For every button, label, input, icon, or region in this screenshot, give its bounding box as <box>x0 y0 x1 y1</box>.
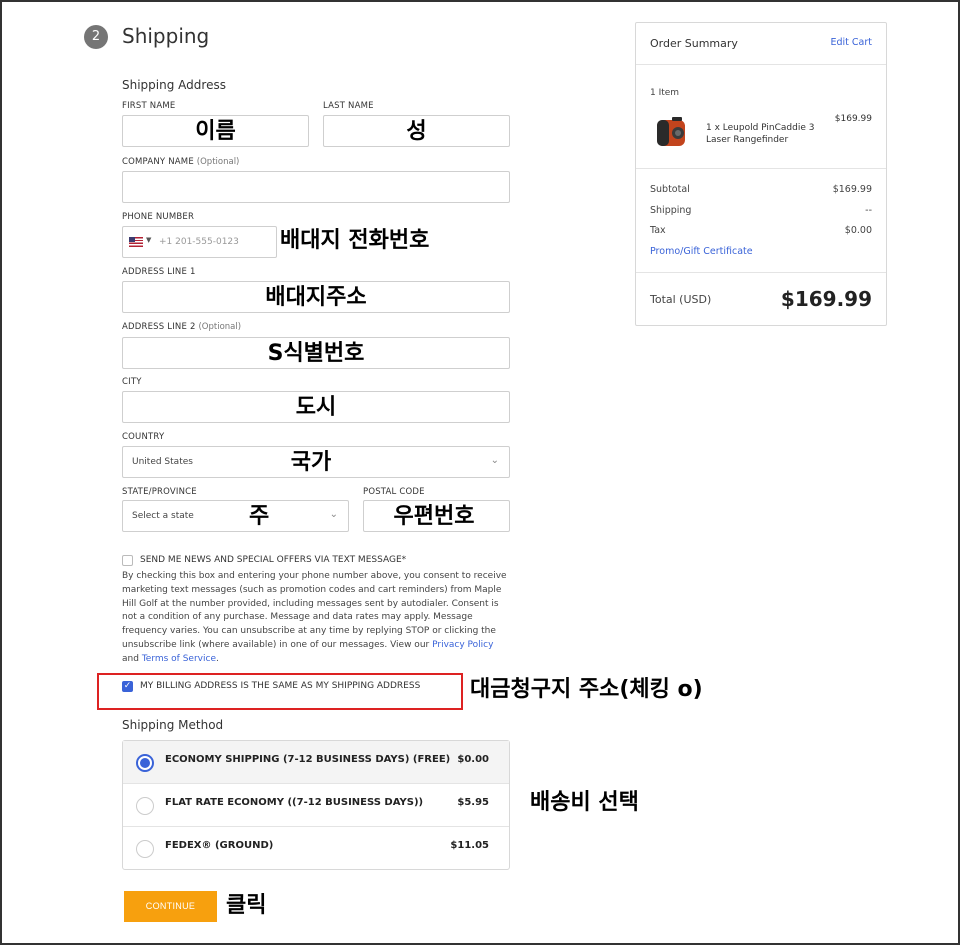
billing-same-checkbox[interactable]: ✓ <box>122 681 133 692</box>
subtotal-value: $169.99 <box>832 184 872 195</box>
product-name: 1 x Leupold PinCaddie 3 Laser Rangefinde… <box>706 123 815 145</box>
shipping-option-flat-rate[interactable]: FLAT RATE ECONOMY ((7-12 BUSINESS DAYS))… <box>123 784 509 827</box>
last-name-annotation: 성 <box>406 119 427 144</box>
item-count: 1 Item <box>650 88 680 98</box>
last-name-field[interactable]: 성 <box>323 115 510 147</box>
chevron-down-icon: ⌄ <box>329 509 338 520</box>
company-label: COMPANY NAME (Optional) <box>122 157 240 167</box>
country-select[interactable]: United States 국가 ⌄ <box>122 446 510 478</box>
tax-label: Tax <box>650 225 666 236</box>
continue-button[interactable]: CONTINUE <box>124 891 217 922</box>
product-price: $169.99 <box>834 114 872 124</box>
sms-opt-in-checkbox[interactable] <box>122 555 133 566</box>
shipping-option-name: FEDEX® (GROUND) <box>165 840 274 851</box>
phone-field[interactable]: ▼ +1 201-555-0123 <box>122 226 277 258</box>
shipping-option-price: $0.00 <box>457 754 489 765</box>
postal-field[interactable]: 우편번호 <box>363 500 510 532</box>
city-label: CITY <box>122 377 142 387</box>
chevron-down-icon: ⌄ <box>490 455 499 466</box>
divider <box>636 168 886 169</box>
address2-label: ADDRESS LINE 2 (Optional) <box>122 322 242 332</box>
order-summary-panel: Order Summary Edit Cart 1 Item 1 x Leupo… <box>635 22 887 326</box>
last-name-label: LAST NAME <box>323 101 374 111</box>
shipping-option-name: FLAT RATE ECONOMY ((7-12 BUSINESS DAYS)) <box>165 797 424 808</box>
state-label: STATE/PROVINCE <box>122 487 197 497</box>
sms-consent-text: By checking this box and entering your p… <box>122 571 507 664</box>
shipping-address-title: Shipping Address <box>122 78 226 92</box>
address2-field[interactable]: S식별번호 <box>122 337 510 369</box>
phone-placeholder: +1 201-555-0123 <box>159 237 239 247</box>
address2-annotation: S식별번호 <box>267 341 365 366</box>
tax-value: $0.00 <box>844 225 872 236</box>
billing-same-label: MY BILLING ADDRESS IS THE SAME AS MY SHI… <box>140 681 421 691</box>
shipping-option-economy[interactable]: ECONOMY SHIPPING (7-12 BUSINESS DAYS) (F… <box>123 741 509 784</box>
address1-label: ADDRESS LINE 1 <box>122 267 196 277</box>
terms-of-service-link[interactable]: Terms of Service <box>142 654 216 664</box>
checkmark-icon: ✓ <box>123 681 132 691</box>
page-title: Shipping <box>122 24 210 48</box>
total-value: $169.99 <box>780 287 872 311</box>
privacy-policy-link[interactable]: Privacy Policy <box>432 640 493 650</box>
divider <box>636 272 886 273</box>
first-name-annotation: 이름 <box>195 119 236 144</box>
billing-highlight-box <box>97 673 463 710</box>
phone-annotation: 배대지 전화번호 <box>280 228 430 253</box>
billing-annotation: 대금청구지 주소(체킹 o) <box>470 677 703 702</box>
total-label: Total (USD) <box>650 293 712 306</box>
state-value: Select a state <box>132 511 194 521</box>
city-annotation: 도시 <box>295 395 337 420</box>
sms-opt-in-label: SEND ME NEWS AND SPECIAL OFFERS VIA TEXT… <box>140 555 407 565</box>
country-annotation: 국가 <box>290 450 332 475</box>
radio-button[interactable] <box>136 797 154 815</box>
country-label: COUNTRY <box>122 432 165 442</box>
shipping-method-annotation: 배송비 선택 <box>530 790 639 815</box>
shipping-option-name: ECONOMY SHIPPING (7-12 BUSINESS DAYS) (F… <box>165 754 451 765</box>
shipping-value: -- <box>865 205 872 216</box>
edit-cart-link[interactable]: Edit Cart <box>830 37 872 48</box>
shipping-label: Shipping <box>650 205 692 216</box>
subtotal-label: Subtotal <box>650 184 690 195</box>
divider <box>636 64 886 65</box>
shipping-method-list: ECONOMY SHIPPING (7-12 BUSINESS DAYS) (F… <box>122 740 510 870</box>
postal-annotation: 우편번호 <box>393 504 475 529</box>
city-field[interactable]: 도시 <box>122 391 510 423</box>
country-caret-icon[interactable]: ▼ <box>146 236 151 244</box>
phone-label: PHONE NUMBER <box>122 212 195 222</box>
first-name-field[interactable]: 이름 <box>122 115 309 147</box>
company-field[interactable] <box>122 171 510 203</box>
promo-gift-certificate-link[interactable]: Promo/Gift Certificate <box>650 246 753 257</box>
step-number-badge: 2 <box>84 25 108 49</box>
shipping-option-price: $11.05 <box>450 840 489 851</box>
shipping-method-title: Shipping Method <box>122 718 224 732</box>
order-summary-title: Order Summary <box>650 37 738 50</box>
postal-label: POSTAL CODE <box>363 487 425 497</box>
shipping-option-price: $5.95 <box>457 797 489 808</box>
address1-field[interactable]: 배대지주소 <box>122 281 510 313</box>
first-name-label: FIRST NAME <box>122 101 176 111</box>
shipping-option-fedex[interactable]: FEDEX® (GROUND) $11.05 <box>123 827 509 870</box>
radio-button[interactable] <box>136 840 154 858</box>
continue-annotation: 클릭 <box>226 893 267 918</box>
state-select[interactable]: Select a state 주 ⌄ <box>122 500 349 532</box>
state-annotation: 주 <box>249 504 270 529</box>
radio-button[interactable] <box>136 754 154 772</box>
rangefinder-product-image <box>657 117 685 146</box>
us-flag-icon[interactable] <box>129 237 143 247</box>
address1-annotation: 배대지주소 <box>265 285 367 310</box>
